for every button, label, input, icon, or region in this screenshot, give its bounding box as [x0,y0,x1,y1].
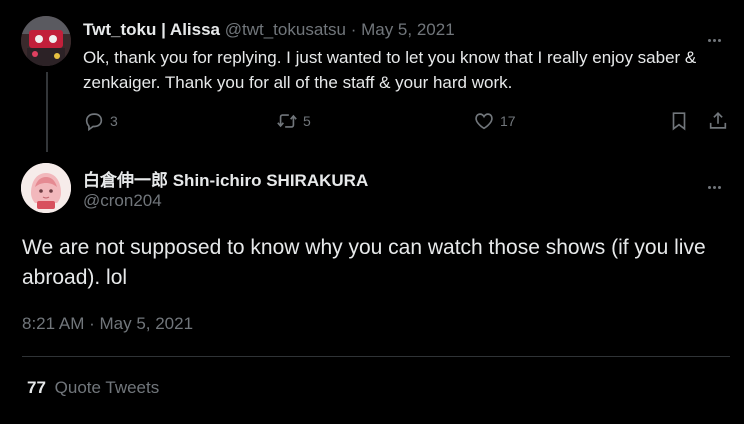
like-count: 17 [500,113,516,129]
like-icon [475,113,493,130]
more-icon[interactable] [708,29,728,45]
reply-icon [85,113,103,132]
tweet-actions: 3 5 17 [83,110,733,136]
author-handle[interactable]: @cron204 [83,191,162,211]
quote-tweets-label: Quote Tweets [54,378,160,397]
more-icon[interactable] [708,176,728,192]
separator-dot: · [350,20,357,39]
retweet-count: 5 [303,113,311,129]
main-tweet-text: We are not supposed to know why you can … [22,236,706,289]
retweet-button[interactable]: 5 [276,110,311,132]
reply-author-row: Twt_toku | Alissa @twt_tokusatsu · May 5… [83,20,455,40]
author-display-name[interactable]: 白倉伸一郎 Shin-ichiro SHIRAKURA [83,166,368,191]
author-display-name[interactable]: Twt_toku | Alissa [83,20,220,39]
quote-tweets-count: 77 [27,378,46,397]
share-icon [709,112,727,129]
tweet-detail-page: Twt_toku | Alissa @twt_tokusatsu · May 5… [0,0,744,424]
divider [22,356,730,357]
avatar[interactable] [21,16,71,66]
avatar[interactable] [21,163,71,213]
retweet-icon [277,114,297,128]
reply-tweet-text: Ok, thank you for replying. I just wante… [83,48,697,92]
share-button[interactable] [707,110,729,132]
tweet-timestamp[interactable]: 8:21 AM · May 5, 2021 [22,314,193,334]
reply-button[interactable]: 3 [83,110,118,132]
bookmark-icon [672,112,686,131]
quote-tweets-link[interactable]: 77 Quote Tweets [27,378,159,398]
tweet-date[interactable]: May 5, 2021 [361,20,455,39]
reply-count: 3 [110,113,118,129]
like-button[interactable]: 17 [473,110,516,132]
bookmark-button[interactable] [668,110,690,132]
thread-line [46,72,48,152]
author-handle[interactable]: @twt_tokusatsu [225,20,346,39]
